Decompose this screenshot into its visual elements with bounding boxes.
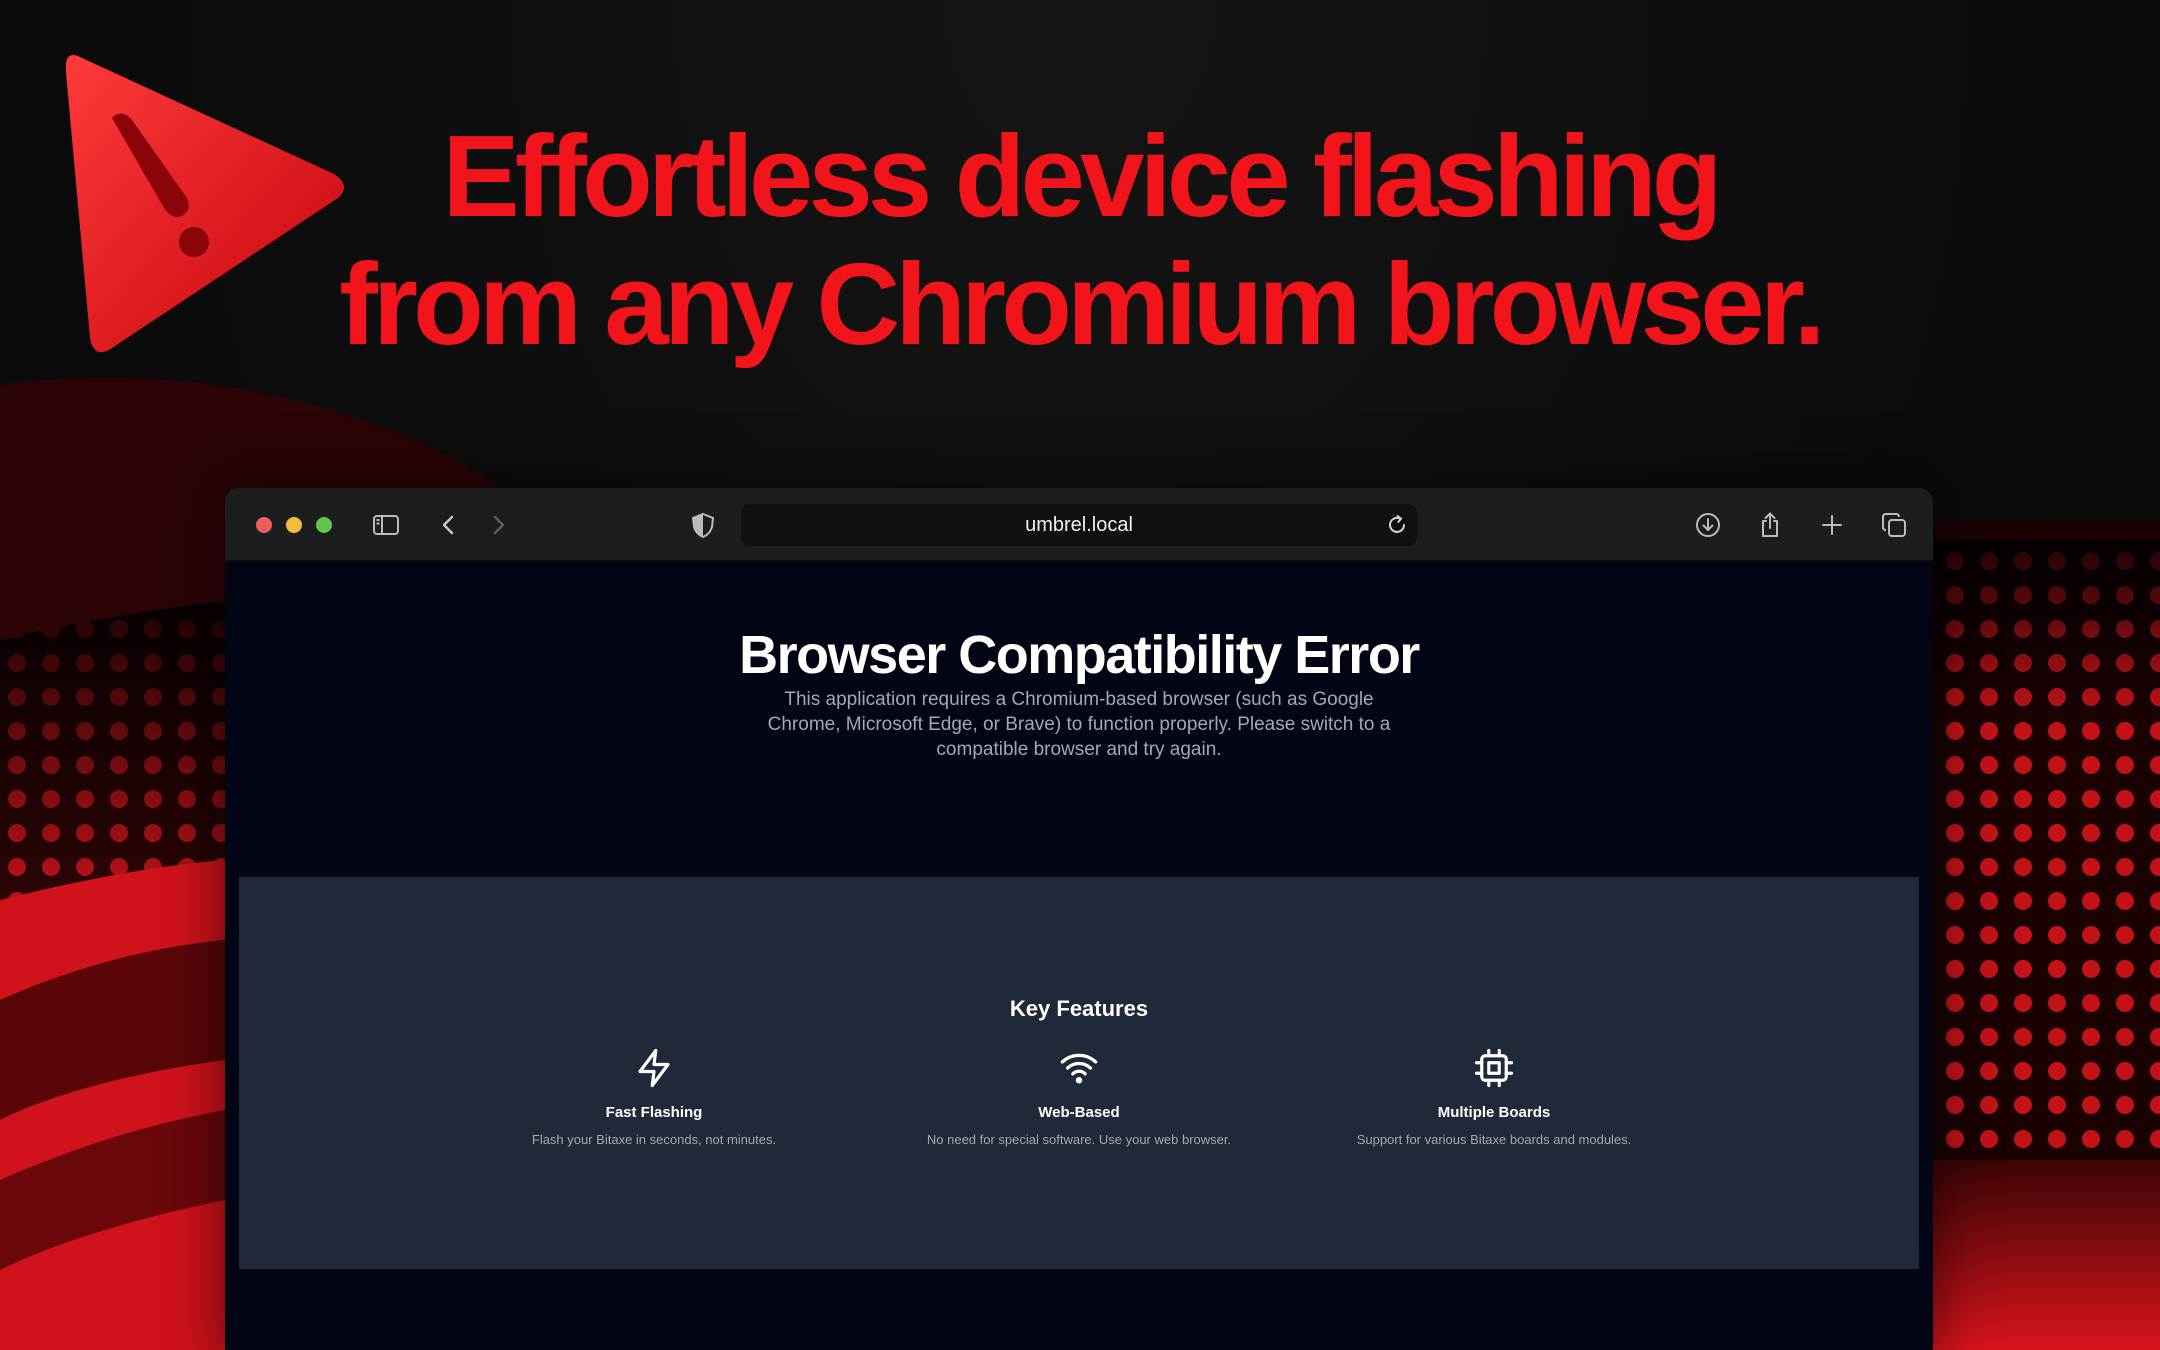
feature-web-based: Web-Based No need for special software. … <box>889 1047 1269 1149</box>
page-title: Browser Compatibility Error <box>739 625 1420 685</box>
feature-multiple-boards: Multiple Boards Support for various Bita… <box>1304 1047 1684 1149</box>
feature-name: Web-Based <box>1038 1104 1120 1121</box>
features-section: Key Features Fast Flashing Flash your Bi… <box>239 877 1919 1269</box>
share-icon[interactable] <box>1753 508 1787 542</box>
feature-fast-flashing: Fast Flashing Flash your Bitaxe in secon… <box>464 1047 844 1149</box>
sidebar-icon[interactable] <box>369 508 403 542</box>
page-content: Browser Compatibility Error This applica… <box>225 561 1933 1350</box>
headline-line-2: from any Chromium browser. <box>339 239 1825 369</box>
headline-line-1: Effortless device flashing <box>442 111 1722 241</box>
feature-description: No need for special software. Use your w… <box>926 1132 1232 1147</box>
tabs-overview-icon[interactable] <box>1877 508 1911 542</box>
forward-icon[interactable] <box>481 508 515 542</box>
headline: Effortless device flashing from any Chro… <box>0 112 2160 368</box>
url-text: umbrel.local <box>1025 514 1133 536</box>
feature-name: Multiple Boards <box>1437 1104 1551 1121</box>
download-icon[interactable] <box>1691 508 1725 542</box>
browser-window: umbrel.local Browser Compatibility Error… <box>225 488 1933 1350</box>
address-bar[interactable]: umbrel.local <box>741 504 1417 546</box>
reload-icon[interactable] <box>1385 513 1409 537</box>
lightning-icon <box>638 1048 670 1088</box>
browser-toolbar: umbrel.local <box>225 488 1933 561</box>
feature-description: Flash your Bitaxe in seconds, not minute… <box>531 1132 777 1147</box>
back-icon[interactable] <box>432 508 466 542</box>
error-description: This application requires a Chromium-bas… <box>767 689 1391 760</box>
window-close-button[interactable] <box>256 517 272 533</box>
wifi-icon <box>1060 1053 1098 1084</box>
feature-description: Support for various Bitaxe boards and mo… <box>1356 1132 1632 1147</box>
feature-name: Fast Flashing <box>605 1104 703 1121</box>
promo-canvas: Effortless device flashing from any Chro… <box>0 0 2160 1350</box>
window-maximize-button[interactable] <box>316 517 332 533</box>
features-title: Key Features <box>1009 996 1149 1021</box>
window-minimize-button[interactable] <box>286 517 302 533</box>
shield-icon[interactable] <box>686 508 720 542</box>
chip-icon <box>1474 1048 1514 1088</box>
new-tab-icon[interactable] <box>1815 508 1849 542</box>
